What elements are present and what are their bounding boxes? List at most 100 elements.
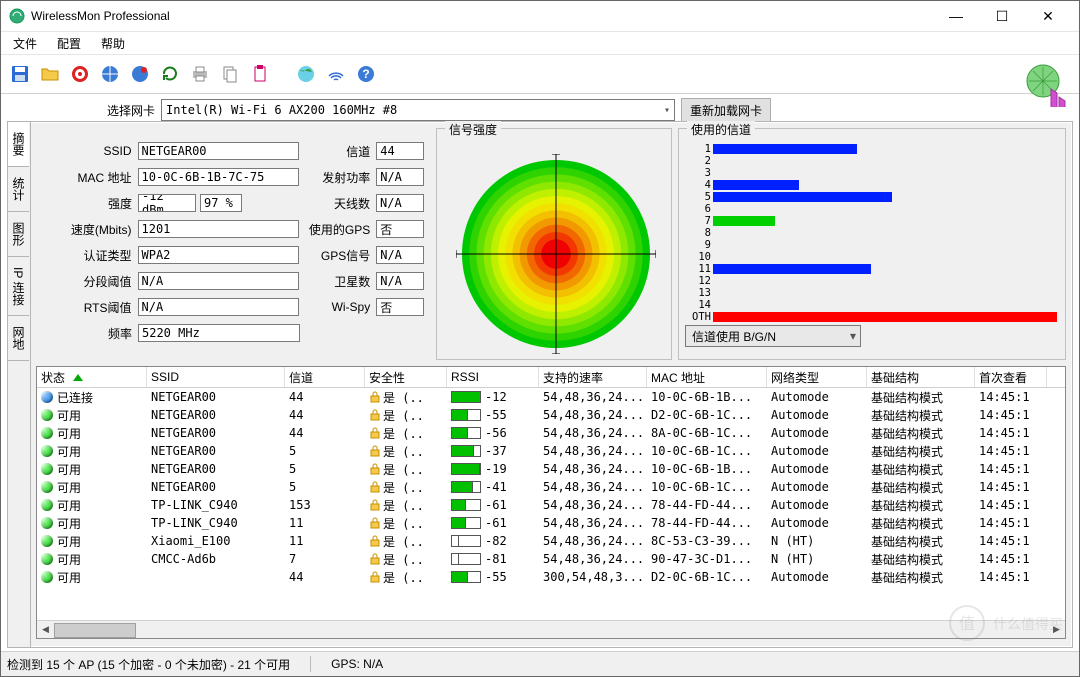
scroll-thumb[interactable] (54, 623, 136, 638)
col-ssid[interactable]: SSID (147, 367, 285, 387)
top-panel: SSIDNETGEAR00 信道44 MAC 地址10-0C-6B-1B-7C-… (36, 128, 1066, 360)
col-first[interactable]: 首次查看 (975, 367, 1047, 387)
lock-icon (369, 535, 381, 547)
nic-select[interactable]: Intel(R) Wi-Fi 6 AX200 160MHz #8 (161, 99, 675, 121)
val-sat: N/A (376, 272, 424, 290)
table-row[interactable]: 可用NETGEAR005是 (..-4154,48,36,24...10-0C-… (37, 478, 1065, 496)
clipboard-icon[interactable] (247, 61, 273, 87)
vertical-tabs: 摘要 统计 图形 IP 连接 网地 (8, 122, 31, 647)
val-frag: N/A (138, 272, 299, 290)
rssi-bar-icon (451, 535, 481, 547)
app-logo-icon (1025, 63, 1069, 107)
table-row[interactable]: 可用NETGEAR005是 (..-1954,48,36,24...10-0C-… (37, 460, 1065, 478)
lock-icon (369, 409, 381, 421)
channel-mode-value: 信道使用 B/G/N (692, 328, 776, 345)
lbl-gps: 使用的GPS (299, 221, 377, 238)
lock-icon (369, 571, 381, 583)
lbl-txpower: 发射功率 (299, 169, 377, 186)
col-mac[interactable]: MAC 地址 (647, 367, 767, 387)
ap-grid: 状态 SSID 信道 安全性 RSSI 支持的速率 MAC 地址 网络类型 基础… (36, 366, 1066, 639)
target-icon[interactable] (67, 61, 93, 87)
channel-mode-dropdown[interactable]: 信道使用 B/G/N (685, 325, 861, 347)
tab-ipconn[interactable]: IP 连接 (8, 257, 29, 316)
rssi-bar-icon (451, 517, 481, 529)
lbl-sat: 卫星数 (299, 273, 377, 290)
app-window: WirelessMon Professional — ☐ ✕ 文件 配置 帮助 … (0, 0, 1080, 677)
col-rates[interactable]: 支持的速率 (539, 367, 647, 387)
col-nettype[interactable]: 网络类型 (767, 367, 867, 387)
refresh-icon[interactable] (157, 61, 183, 87)
lock-icon (369, 553, 381, 565)
val-antenna: N/A (376, 194, 424, 212)
tab-graph[interactable]: 图形 (8, 212, 29, 257)
close-button[interactable]: ✕ (1025, 1, 1071, 31)
col-rssi[interactable]: RSSI (447, 367, 539, 387)
menu-help[interactable]: 帮助 (93, 33, 133, 54)
val-channel: 44 (376, 142, 424, 160)
maximize-button[interactable]: ☐ (979, 1, 1025, 31)
channels-legend: 使用的信道 (687, 121, 755, 138)
lbl-rts: RTS阈值 (42, 299, 138, 316)
info-grid: SSIDNETGEAR00 信道44 MAC 地址10-0C-6B-1B-7C-… (36, 128, 430, 360)
help-icon[interactable]: ? (353, 61, 379, 87)
app-icon (9, 8, 25, 24)
tab-stats[interactable]: 统计 (8, 167, 29, 212)
grid-header[interactable]: 状态 SSID 信道 安全性 RSSI 支持的速率 MAC 地址 网络类型 基础… (37, 367, 1065, 388)
signal-icon[interactable] (323, 61, 349, 87)
status-dot-icon (41, 409, 53, 421)
val-wispy: 否 (376, 298, 424, 316)
world-icon[interactable] (293, 61, 319, 87)
lock-icon (369, 463, 381, 475)
minimize-button[interactable]: — (933, 1, 979, 31)
printer-icon[interactable] (187, 61, 213, 87)
rssi-bar-icon (451, 427, 481, 439)
table-row[interactable]: 可用CMCC-Ad6b7是 (..-8154,48,36,24...90-47-… (37, 550, 1065, 568)
table-row[interactable]: 可用Xiaomi_E10011是 (..-8254,48,36,24...8C-… (37, 532, 1065, 550)
grid-rows: 已连接NETGEAR0044是 (..-1254,48,36,24...10-0… (37, 388, 1065, 620)
col-security[interactable]: 安全性 (365, 367, 447, 387)
tab-summary[interactable]: 摘要 (8, 122, 29, 167)
table-row[interactable]: 可用NETGEAR0044是 (..-5554,48,36,24...D2-0C… (37, 406, 1065, 424)
signal-radar (443, 141, 669, 367)
open-icon[interactable] (37, 61, 63, 87)
lbl-gpssig: GPS信号 (299, 247, 377, 264)
lock-icon (369, 499, 381, 511)
rssi-bar-icon (451, 571, 481, 583)
horizontal-scrollbar[interactable]: ◀ ▶ (37, 620, 1065, 638)
tab-map[interactable]: 网地 (8, 316, 29, 361)
val-gps: 否 (376, 220, 424, 238)
col-infra[interactable]: 基础结构 (867, 367, 975, 387)
table-row[interactable]: 已连接NETGEAR0044是 (..-1254,48,36,24...10-0… (37, 388, 1065, 406)
channels-fieldset: 使用的信道 1234567891011121314OTH 信道使用 B/G/N (678, 128, 1066, 360)
copy-icon[interactable] (217, 61, 243, 87)
globe-pin-icon[interactable] (127, 61, 153, 87)
table-row[interactable]: 可用NETGEAR005是 (..-3754,48,36,24...10-0C-… (37, 442, 1065, 460)
col-channel[interactable]: 信道 (285, 367, 365, 387)
status-dot-icon (41, 463, 53, 475)
status-gps: GPS: N/A (331, 657, 383, 671)
scroll-right-icon[interactable]: ▶ (1048, 621, 1065, 638)
save-icon[interactable] (7, 61, 33, 87)
rssi-bar-icon (451, 409, 481, 421)
titlebar: WirelessMon Professional — ☐ ✕ (1, 1, 1079, 32)
val-mac: 10-0C-6B-1B-7C-75 (138, 168, 299, 186)
col-status[interactable]: 状态 (37, 367, 147, 387)
status-dot-icon (41, 445, 53, 457)
menu-file[interactable]: 文件 (5, 33, 45, 54)
val-rts: N/A (138, 298, 299, 316)
lbl-speed: 速度(Mbits) (42, 221, 138, 238)
table-row[interactable]: 可用TP-LINK_C94011是 (..-6154,48,36,24...78… (37, 514, 1065, 532)
reload-nic-button[interactable]: 重新加载网卡 (681, 98, 771, 122)
table-row[interactable]: 可用NETGEAR0044是 (..-5654,48,36,24...8A-0C… (37, 424, 1065, 442)
status-dot-icon (41, 553, 53, 565)
menu-config[interactable]: 配置 (49, 33, 89, 54)
lbl-ssid: SSID (42, 144, 138, 158)
globe-net-icon[interactable] (97, 61, 123, 87)
app-title: WirelessMon Professional (31, 9, 933, 23)
rssi-bar-icon (451, 391, 481, 403)
table-row[interactable]: 可用TP-LINK_C940153是 (..-6154,48,36,24...7… (37, 496, 1065, 514)
scroll-left-icon[interactable]: ◀ (37, 621, 54, 638)
rssi-bar-icon (451, 499, 481, 511)
table-row[interactable]: 可用44是 (..-55300,54,48,3...D2-0C-6B-1C...… (37, 568, 1065, 586)
val-gpssig: N/A (376, 246, 424, 264)
